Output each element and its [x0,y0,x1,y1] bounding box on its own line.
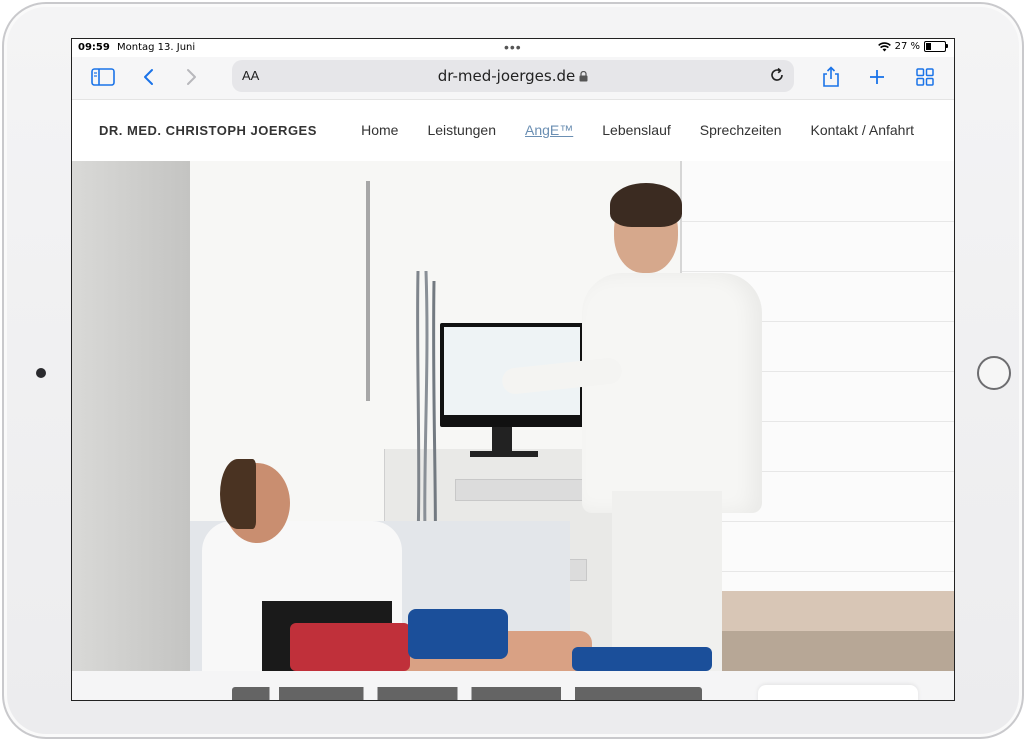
blood-pressure-cuff-blue [408,609,508,659]
multitask-dots[interactable]: ••• [504,39,522,55]
status-time: 09:59 [78,42,110,53]
blood-pressure-cuff-red [290,623,410,671]
hero-sill [712,631,954,671]
battery-icon [924,41,948,52]
address-bar[interactable]: AA dr-med-joerges.de [232,60,794,92]
browser-toolbar: AA dr-med-joerges.de [72,57,954,99]
site-brand[interactable]: DR. MED. CHRISTOPH JOERGES [99,123,317,138]
ipad-screen: 09:59 Montag 13. Juni ••• 27 % AA dr-med… [71,38,955,701]
section-heading-cutoff [232,687,702,700]
main-nav: Home Leistungen AngE™ Lebenslauf Sprechz… [361,122,914,138]
battery-percent: 27 % [894,41,920,52]
tabs-grid-icon[interactable] [914,63,936,91]
doctor-figure [582,273,762,513]
sidebar-icon[interactable] [90,63,116,91]
nav-lebenslauf[interactable]: Lebenslauf [602,122,671,138]
status-bar: 09:59 Montag 13. Juni ••• 27 % [72,39,954,57]
hero-pillar [72,161,190,671]
hero-image [72,161,954,671]
share-icon[interactable] [820,63,842,91]
reload-icon[interactable] [768,66,786,89]
home-button[interactable] [977,356,1011,390]
status-right: 27 % [877,41,948,52]
url-label: dr-med-joerges.de [437,67,576,85]
new-tab-icon[interactable] [866,63,888,91]
front-camera [36,368,46,378]
wifi-icon [877,41,891,51]
status-date: Montag 13. Juni [117,42,196,53]
nav-ange[interactable]: AngE™ [525,122,573,138]
nav-home[interactable]: Home [361,122,398,138]
back-icon[interactable] [138,63,158,91]
nav-leistungen[interactable]: Leistungen [427,122,496,138]
content-card-cutoff [758,685,918,700]
address-text[interactable]: dr-med-joerges.de [232,67,794,86]
forward-icon[interactable] [182,63,202,91]
iv-stand [366,181,370,401]
content-section [72,671,954,700]
nav-sprechzeiten[interactable]: Sprechzeiten [700,122,782,138]
nav-kontakt[interactable]: Kontakt / Anfahrt [810,122,914,138]
site-header: DR. MED. CHRISTOPH JOERGES Home Leistung… [72,99,954,162]
lock-icon [579,68,588,86]
